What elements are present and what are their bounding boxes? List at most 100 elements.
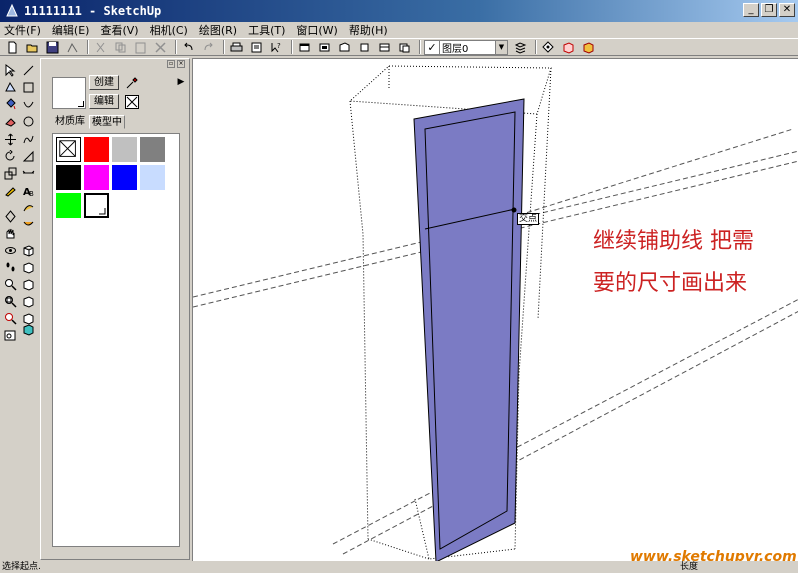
paint-bucket-icon[interactable] — [2, 96, 18, 112]
layer-check-icon: ✓ — [427, 40, 437, 54]
new-file-icon[interactable] — [4, 40, 21, 55]
circle-tool-icon[interactable] — [20, 113, 36, 129]
toolbar-separator — [535, 40, 537, 54]
paste-icon[interactable] — [132, 40, 149, 55]
make-component-icon[interactable] — [64, 40, 81, 55]
zoom-extents-icon[interactable] — [2, 310, 18, 326]
swatch-magenta[interactable] — [84, 165, 109, 190]
restore-button[interactable]: ❐ — [761, 3, 777, 17]
panel-close-icon[interactable]: × — [177, 60, 185, 68]
standard-view-right-icon[interactable] — [356, 40, 373, 55]
pencil-icon[interactable] — [2, 182, 18, 198]
standard-view-front-icon[interactable] — [336, 40, 353, 55]
rectangle-tool-icon[interactable] — [20, 79, 36, 95]
tape-measure-icon[interactable] — [20, 165, 36, 181]
undo-icon[interactable] — [180, 40, 197, 55]
swatch-green[interactable] — [56, 193, 81, 218]
print-icon[interactable] — [228, 40, 245, 55]
title-bar: 11111111 - SketchUp _ ❐ ✕ — [0, 0, 798, 22]
erase-icon[interactable] — [152, 40, 169, 55]
zoom-icon[interactable] — [2, 276, 18, 292]
pan-hand-icon[interactable] — [2, 225, 18, 241]
close-button[interactable]: ✕ — [779, 3, 795, 17]
eyedropper-icon[interactable] — [125, 76, 141, 90]
model-canvas[interactable] — [193, 59, 798, 561]
menu-help[interactable]: 帮助(H) — [349, 22, 388, 38]
status-message: 选择起点. — [2, 562, 41, 572]
help-arrow-icon[interactable]: ? — [268, 40, 285, 55]
toolbar-separator — [175, 40, 177, 54]
main-toolbar: ? ✓ 图层0 ▼ — [0, 38, 798, 56]
dimension-tool-icon[interactable] — [20, 199, 36, 215]
menu-window[interactable]: 窗口(W) — [296, 22, 337, 38]
drawing-viewport[interactable]: 交点 继续铺助线 把需 要的尺寸画出来 www.sketchupvr.com — [192, 58, 798, 561]
swatch-black[interactable] — [56, 165, 81, 190]
standard-view-back-icon[interactable] — [376, 40, 393, 55]
view-top-box-icon[interactable] — [20, 259, 36, 275]
menu-edit[interactable]: 编辑(E) — [52, 22, 90, 38]
view-right-box-icon[interactable] — [20, 293, 36, 309]
scale-icon[interactable] — [2, 165, 18, 181]
menu-camera[interactable]: 相机(C) — [150, 22, 188, 38]
measurement-label: 长度 — [680, 562, 699, 572]
model-info-icon[interactable] — [248, 40, 265, 55]
follow-me-icon[interactable] — [2, 208, 18, 224]
standard-view-iso-icon[interactable] — [316, 40, 333, 55]
view-left-box-icon[interactable] — [20, 321, 36, 337]
display-section-cuts-icon[interactable] — [580, 40, 597, 55]
open-folder-icon[interactable] — [24, 40, 41, 55]
orbit-icon[interactable] — [2, 242, 18, 258]
swatch-translucent-blue[interactable] — [140, 165, 165, 190]
panel-minimize-icon[interactable]: ▫ — [167, 60, 175, 68]
view-iso-box-icon[interactable] — [20, 242, 36, 258]
standard-view-top-icon[interactable] — [296, 40, 313, 55]
layers-manager-icon[interactable] — [512, 40, 529, 55]
move-icon[interactable] — [2, 131, 18, 147]
previous-view-icon[interactable] — [2, 327, 18, 343]
make-component-tool-icon[interactable] — [2, 79, 18, 95]
offset-tool-icon[interactable] — [20, 216, 36, 232]
walk-footprints-icon[interactable] — [2, 259, 18, 275]
cut-icon[interactable] — [92, 40, 109, 55]
toolbar-separator — [87, 40, 89, 54]
arc-tool-icon[interactable] — [20, 96, 36, 112]
menu-tools[interactable]: 工具(T) — [248, 22, 285, 38]
save-icon[interactable] — [44, 40, 61, 55]
menu-draw[interactable]: 绘图(R) — [199, 22, 237, 38]
text-tool-icon[interactable]: AB — [20, 182, 36, 198]
swatch-blue[interactable] — [112, 165, 137, 190]
line-tool-icon[interactable] — [20, 62, 36, 78]
layer-dropdown[interactable]: ✓ 图层0 ▼ — [424, 39, 508, 55]
menu-file[interactable]: 文件(F) — [4, 22, 41, 38]
view-front-box-icon[interactable] — [20, 276, 36, 292]
sketchup-logo-icon — [6, 3, 18, 17]
reset-material-icon[interactable] — [125, 95, 139, 109]
swatch-red[interactable] — [84, 137, 109, 162]
tool-palette: AB — [0, 58, 38, 558]
rotate-icon[interactable] — [2, 148, 18, 164]
swatch-light-gray[interactable] — [112, 137, 137, 162]
minimize-button[interactable]: _ — [743, 3, 759, 17]
annotation-line-1: 继续铺助线 把需 — [593, 229, 754, 254]
create-material-button[interactable]: 创建 — [89, 75, 119, 90]
panel-details-arrow-icon[interactable]: ▶ — [174, 75, 188, 89]
swatch-default[interactable] — [56, 137, 81, 162]
standard-view-left-icon[interactable] — [396, 40, 413, 55]
freehand-tool-icon[interactable] — [20, 131, 36, 147]
select-arrow-icon[interactable] — [2, 62, 18, 78]
swatch-selected-white[interactable] — [84, 193, 109, 218]
display-section-planes-icon[interactable] — [560, 40, 577, 55]
door-panel — [413, 98, 525, 561]
section-plane-icon[interactable] — [540, 40, 557, 55]
tab-library[interactable]: 材质库 — [52, 115, 88, 129]
edit-material-button[interactable]: 编辑 — [89, 94, 119, 109]
copy-icon[interactable] — [112, 40, 129, 55]
zoom-window-icon[interactable] — [2, 293, 18, 309]
tab-in-model[interactable]: 模型中 — [89, 115, 125, 129]
redo-icon[interactable] — [200, 40, 217, 55]
menu-view[interactable]: 查看(V) — [100, 22, 138, 38]
polygon-tool-icon[interactable] — [20, 148, 36, 164]
eraser-icon[interactable] — [2, 113, 18, 129]
chevron-down-icon[interactable]: ▼ — [495, 40, 507, 54]
swatch-gray[interactable] — [140, 137, 165, 162]
